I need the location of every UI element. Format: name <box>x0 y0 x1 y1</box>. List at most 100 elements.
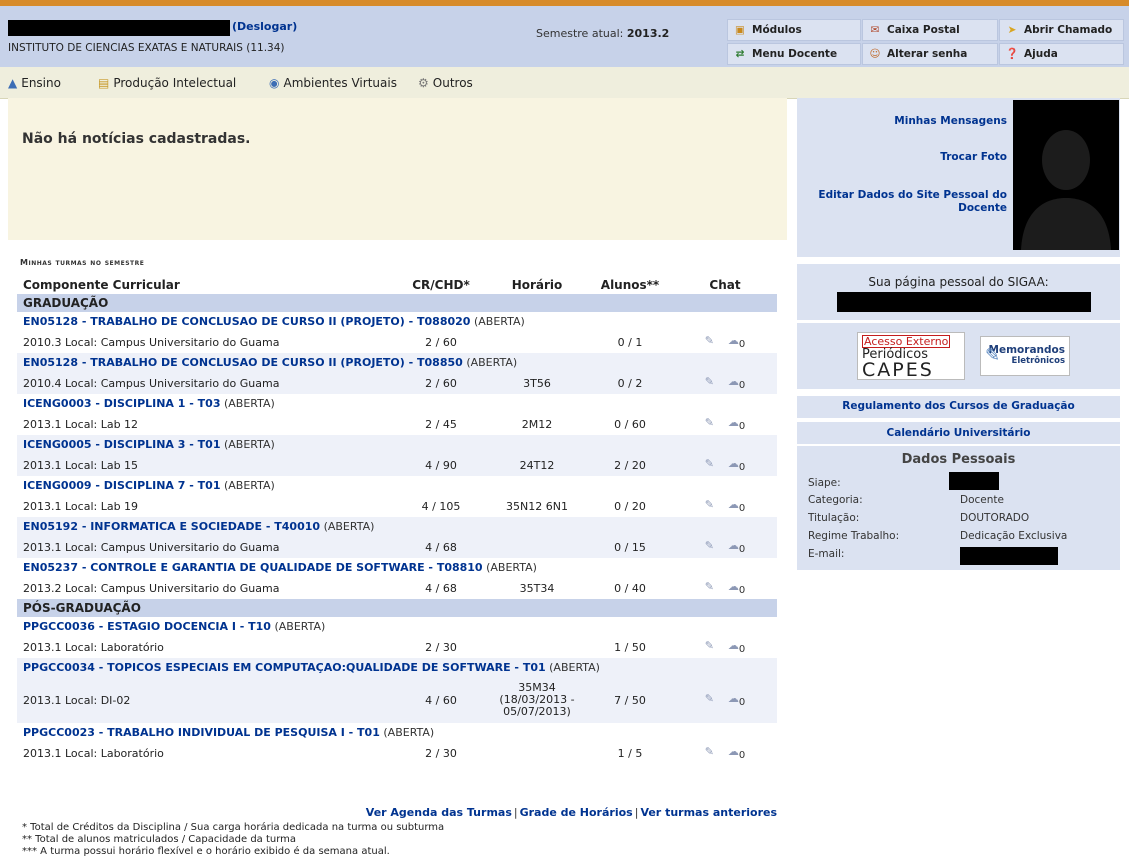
class-detail-row: 2010.3 Local: Campus Universitario do Gu… <box>17 331 777 353</box>
class-code-link[interactable]: ICENG0005 - DISCIPLINA 3 - T01 <box>23 438 220 451</box>
class-code-link[interactable]: PPGCC0034 - TOPICOS ESPECIAIS EM COMPUTA… <box>23 661 546 674</box>
agenda-turmas-link[interactable]: Ver Agenda das Turmas <box>366 806 512 819</box>
chat-bubble-icon[interactable]: ☁ <box>728 498 739 511</box>
class-status: (ABERTA) <box>223 438 275 451</box>
class-title-row: ICENG0009 - DISCIPLINA 7 - T01 (ABERTA) <box>17 476 777 495</box>
open-ticket-button[interactable]: ➤ Abrir Chamado <box>999 19 1124 41</box>
menu-ambientes-label: Ambientes Virtuais <box>283 76 397 90</box>
enter-class-icon[interactable]: ✎ <box>705 580 714 593</box>
chat-count: 0 <box>738 421 746 433</box>
class-location: 2013.1 Local: Laboratório <box>17 636 395 658</box>
class-location: 2013.1 Local: Lab 12 <box>17 413 395 435</box>
class-code-link[interactable]: EN05192 - INFORMATICA E SOCIEDADE - T400… <box>23 520 320 533</box>
turmas-anteriores-link[interactable]: Ver turmas anteriores <box>640 806 777 819</box>
class-status: (ABERTA) <box>223 397 275 410</box>
menu-ensino[interactable]: ▲ Ensino <box>8 76 61 90</box>
class-code-link[interactable]: ICENG0003 - DISCIPLINA 1 - T03 <box>23 397 220 410</box>
enter-class-icon[interactable]: ✎ <box>705 639 714 652</box>
help-label: Ajuda <box>1024 48 1058 60</box>
class-title-row: EN05128 - TRABALHO DE CONCLUSAO DE CURSO… <box>17 312 777 331</box>
menu-producao-intelectual[interactable]: ▤ Produção Intelectual <box>98 76 236 90</box>
menu-ensino-label: Ensino <box>21 76 61 90</box>
teacher-menu-button[interactable]: ⇄ Menu Docente <box>727 43 861 65</box>
production-icon: ▤ <box>98 76 110 90</box>
redacted-personal-page-url[interactable] <box>837 292 1091 312</box>
section-title: PÓS-GRADUAÇÃO <box>17 599 777 617</box>
change-photo-link[interactable]: Trocar Foto <box>940 151 1007 163</box>
work-regime-value: Dedicação Exclusiva <box>960 530 1068 542</box>
degree-label: Titulação: <box>808 512 860 524</box>
class-schedule: 24T12 <box>487 454 587 476</box>
class-code-link[interactable]: EN05128 - TRABALHO DE CONCLUSAO DE CURSO… <box>23 315 470 328</box>
class-schedule: 2M12 <box>487 413 587 435</box>
redacted-username <box>8 20 230 36</box>
chat-count: 0 <box>738 697 746 709</box>
chat-bubble-icon[interactable]: ☁ <box>728 639 739 652</box>
class-actions: ✎ ☁0 <box>673 742 777 764</box>
enter-class-icon[interactable]: ✎ <box>705 334 714 347</box>
semester-value: 2013.2 <box>626 27 670 40</box>
grade-horarios-link[interactable]: Grade de Horários <box>520 806 633 819</box>
class-students: 0 / 2 <box>587 372 673 394</box>
virtual-env-icon: ◉ <box>269 76 280 90</box>
change-password-button[interactable]: ☺ Alterar senha <box>862 43 998 65</box>
ticket-icon: ➤ <box>1007 24 1017 36</box>
modules-button[interactable]: ▣ Módulos <box>727 19 861 41</box>
chat-bubble-icon[interactable]: ☁ <box>728 334 739 347</box>
menu-outros[interactable]: ⚙ Outros <box>418 76 473 90</box>
chat-bubble-icon[interactable]: ☁ <box>728 416 739 429</box>
chat-bubble-icon[interactable]: ☁ <box>728 539 739 552</box>
chat-bubble-icon[interactable]: ☁ <box>728 745 739 758</box>
class-code-link[interactable]: PPGCC0023 - TRABALHO INDIVIDUAL DE PESQU… <box>23 726 380 739</box>
class-credits: 2 / 60 <box>395 372 487 394</box>
my-messages-link[interactable]: Minhas Mensagens <box>894 115 1007 127</box>
class-title-cell: EN05192 - INFORMATICA E SOCIEDADE - T400… <box>17 517 777 536</box>
others-icon: ⚙ <box>418 76 429 90</box>
enter-class-icon[interactable]: ✎ <box>705 539 714 552</box>
enter-class-icon[interactable]: ✎ <box>705 498 714 511</box>
personal-page-label: Sua página pessoal do SIGAA: <box>868 275 1049 289</box>
calendario-row: Calendário Universitário <box>797 422 1120 444</box>
class-title-row: ICENG0003 - DISCIPLINA 1 - T03 (ABERTA) <box>17 394 777 413</box>
enter-class-icon[interactable]: ✎ <box>705 745 714 758</box>
class-status: (ABERTA) <box>466 356 518 369</box>
class-code-link[interactable]: EN05128 - TRABALHO DE CONCLUSAO DE CURSO… <box>23 356 463 369</box>
class-status: (ABERTA) <box>549 661 600 674</box>
class-actions: ✎ ☁0 <box>673 677 777 723</box>
regulamento-link[interactable]: Regulamento dos Cursos de Graduação <box>797 400 1120 412</box>
chat-bubble-icon[interactable]: ☁ <box>728 457 739 470</box>
logout-link[interactable]: (Deslogar) <box>232 20 297 33</box>
chat-bubble-icon[interactable]: ☁ <box>728 692 739 705</box>
enter-class-icon[interactable]: ✎ <box>705 375 714 388</box>
chat-count: 0 <box>738 750 746 762</box>
chat-bubble-icon[interactable]: ☁ <box>728 375 739 388</box>
edit-personal-site-link[interactable]: Editar Dados do Site Pessoal do Docente <box>797 189 1007 215</box>
semester-label: Semestre atual: <box>536 27 624 40</box>
memorandos-banner[interactable]: ✎ Memorandos Eletrônicos <box>980 336 1070 376</box>
class-code-link[interactable]: PPGCC0036 - ESTAGIO DOCENCIA I - T10 <box>23 620 271 633</box>
menu-ambientes-virtuais[interactable]: ◉ Ambientes Virtuais <box>269 76 397 90</box>
class-title-cell: EN05128 - TRABALHO DE CONCLUSAO DE CURSO… <box>17 353 777 372</box>
class-title-row: PPGCC0034 - TOPICOS ESPECIAIS EM COMPUTA… <box>17 658 777 677</box>
profile-photo[interactable] <box>1013 100 1119 250</box>
enter-class-icon[interactable]: ✎ <box>705 692 714 705</box>
capes-periodicos-banner[interactable]: Acesso Externo Periódicos CAPES <box>857 332 965 380</box>
mailbox-button[interactable]: ✉ Caixa Postal <box>862 19 998 41</box>
chat-bubble-icon[interactable]: ☁ <box>728 580 739 593</box>
class-title-cell: PPGCC0023 - TRABALHO INDIVIDUAL DE PESQU… <box>17 723 777 742</box>
teacher-menu-icon: ⇄ <box>735 48 745 60</box>
help-button[interactable]: ❓ Ajuda <box>999 43 1124 65</box>
class-code-link[interactable]: EN05237 - CONTROLE E GARANTIA DE QUALIDA… <box>23 561 483 574</box>
enter-class-icon[interactable]: ✎ <box>705 457 714 470</box>
table-footer-links: Ver Agenda das Turmas | Grade de Horários |… <box>365 806 777 819</box>
class-students: 0 / 15 <box>587 536 673 558</box>
enter-class-icon[interactable]: ✎ <box>705 416 714 429</box>
class-credits: 4 / 90 <box>395 454 487 476</box>
calendario-link[interactable]: Calendário Universitário <box>797 427 1120 439</box>
section-header-row: GRADUAÇÃO <box>17 294 777 312</box>
col-alunos: Alunos** <box>600 278 660 292</box>
class-schedule <box>487 331 587 353</box>
menu-outros-label: Outros <box>432 76 473 90</box>
class-code-link[interactable]: ICENG0009 - DISCIPLINA 7 - T01 <box>23 479 220 492</box>
class-status: (ABERTA) <box>274 620 326 633</box>
